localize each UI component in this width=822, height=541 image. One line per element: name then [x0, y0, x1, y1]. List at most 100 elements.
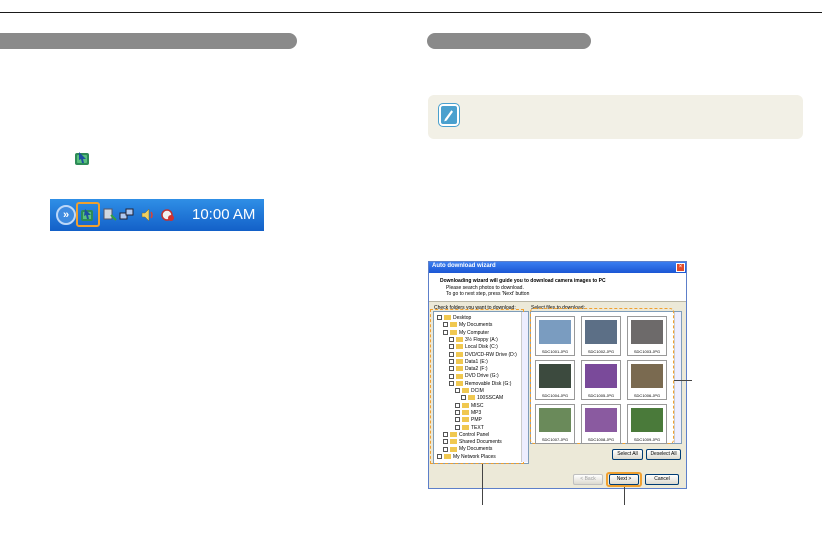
checkbox[interactable]: [449, 380, 454, 386]
checkbox[interactable]: [461, 395, 466, 401]
note-box: [428, 95, 803, 139]
photo-image: [585, 320, 617, 344]
tree-item[interactable]: My Documents: [443, 322, 492, 328]
tree-item-label: DVD Drive (G:): [465, 373, 499, 380]
tree-item[interactable]: DCIM: [455, 388, 484, 394]
checkbox[interactable]: [443, 446, 448, 452]
usb-device-icon[interactable]: [102, 207, 118, 223]
checkbox[interactable]: [443, 439, 448, 445]
tree-item-label: MISC: [471, 402, 484, 409]
folder-icon: [456, 366, 463, 372]
thumbnail-caption: SDC1005.JPG: [587, 393, 615, 398]
photo-thumbnail[interactable]: SDC1007.JPG: [535, 404, 575, 444]
checkbox[interactable]: [455, 388, 460, 394]
thumbnail-caption: SDC1009.JPG: [633, 437, 661, 442]
thumbnail-caption: SDC1006.JPG: [633, 393, 661, 398]
intelli-studio-tray-icon[interactable]: [80, 207, 96, 223]
checkbox[interactable]: [449, 358, 454, 364]
tree-item[interactable]: My Computer: [443, 330, 489, 336]
checkbox[interactable]: [449, 337, 454, 343]
tree-item[interactable]: DVD/CD-RW Drive (D:): [449, 352, 517, 358]
tree-item[interactable]: Data2 (F:): [449, 366, 488, 372]
folder-icon: [456, 344, 463, 350]
top-rule: [0, 12, 822, 13]
checkbox[interactable]: [449, 344, 454, 350]
photo-thumbnail[interactable]: SDC1001.JPG: [535, 316, 575, 356]
network-icon[interactable]: [119, 207, 135, 223]
checkbox[interactable]: [443, 322, 448, 328]
close-icon[interactable]: ×: [676, 263, 685, 272]
chevron-right-icon[interactable]: »: [56, 205, 76, 225]
photo-thumbnail[interactable]: SDC1009.JPG: [627, 404, 667, 444]
tree-item[interactable]: My Documents: [443, 446, 492, 452]
folder-icon: [456, 337, 463, 343]
back-button[interactable]: < Back: [573, 474, 603, 485]
intelli-studio-icon: [75, 152, 89, 165]
tree-item-label: Data2 (F:): [465, 366, 488, 373]
tree-item[interactable]: MISC: [455, 403, 484, 409]
folder-tree-scrollbar[interactable]: [521, 312, 528, 462]
tree-item[interactable]: Removable Disk (G:): [449, 381, 511, 387]
folder-icon: [462, 410, 469, 416]
select-all-button[interactable]: Select All: [612, 449, 643, 460]
tree-item[interactable]: Shared Documents: [443, 439, 502, 445]
cancel-button[interactable]: Cancel: [645, 474, 679, 485]
next-button[interactable]: Next >: [609, 474, 639, 485]
photo-thumbnail[interactable]: SDC1006.JPG: [627, 360, 667, 400]
tree-item[interactable]: MP3: [455, 410, 481, 416]
tree-item[interactable]: TEXT: [455, 425, 484, 431]
photo-image: [539, 364, 571, 388]
tree-item[interactable]: Local Disk (C:): [449, 344, 498, 350]
tree-item-label: Removable Disk (G:): [465, 380, 512, 387]
checkbox[interactable]: [443, 329, 448, 335]
tree-item-label: My Documents: [459, 446, 493, 453]
tree-item[interactable]: 3½ Floppy (A:): [449, 337, 498, 343]
checkbox[interactable]: [449, 351, 454, 357]
folder-icon: [450, 439, 457, 445]
thumbnail-caption: SDC1008.JPG: [587, 437, 615, 442]
photo-image: [631, 320, 663, 344]
checkbox[interactable]: [455, 417, 460, 423]
folder-icon: [468, 395, 475, 401]
folder-icon: [462, 402, 469, 408]
folder-icon: [450, 431, 457, 437]
tree-callout-line: [482, 464, 483, 505]
tree-item[interactable]: PMP: [455, 417, 482, 423]
photo-image: [585, 408, 617, 432]
thumbnail-caption: SDC1007.JPG: [541, 437, 569, 442]
photo-thumbnail[interactable]: SDC1005.JPG: [581, 360, 621, 400]
checkbox[interactable]: [449, 366, 454, 372]
checkbox[interactable]: [449, 373, 454, 379]
tree-item[interactable]: Data1 (E:): [449, 359, 488, 365]
tree-item[interactable]: DVD Drive (G:): [449, 373, 499, 379]
tree-item-label: DVD/CD-RW Drive (D:): [465, 351, 517, 358]
tree-item-label: PMP: [471, 417, 482, 424]
tree-item[interactable]: 100SSCAM: [461, 395, 503, 401]
photo-thumbnail[interactable]: SDC1004.JPG: [535, 360, 575, 400]
folder-icon: [462, 424, 469, 430]
security-alert-icon[interactable]: [160, 207, 176, 223]
folder-icon: [450, 329, 457, 335]
tree-item-label: 100SSCAM: [477, 395, 504, 402]
photo-image: [585, 364, 617, 388]
tree-item[interactable]: Control Panel: [443, 432, 489, 438]
checkbox[interactable]: [443, 431, 448, 437]
photo-thumbnail[interactable]: SDC1008.JPG: [581, 404, 621, 444]
thumbnail-caption: SDC1003.JPG: [633, 349, 661, 354]
volume-icon[interactable]: [140, 207, 156, 223]
checkbox[interactable]: [455, 410, 460, 416]
thumbnail-scrollbar[interactable]: [674, 312, 681, 443]
checkbox[interactable]: [455, 402, 460, 408]
checkbox[interactable]: [455, 424, 460, 430]
tree-item-label: My Computer: [459, 329, 490, 336]
photo-thumbnail[interactable]: SDC1002.JPG: [581, 316, 621, 356]
photo-thumbnail[interactable]: SDC1003.JPG: [627, 316, 667, 356]
checkbox[interactable]: [437, 453, 442, 459]
checkbox[interactable]: [437, 315, 442, 321]
folder-icon: [456, 358, 463, 364]
deselect-all-button[interactable]: Deselect All: [646, 449, 681, 460]
tree-item[interactable]: My Network Places: [437, 454, 496, 460]
folder-icon: [462, 388, 469, 394]
tree-item-label: 3½ Floppy (A:): [465, 336, 498, 343]
tree-item[interactable]: Desktop: [437, 315, 471, 321]
